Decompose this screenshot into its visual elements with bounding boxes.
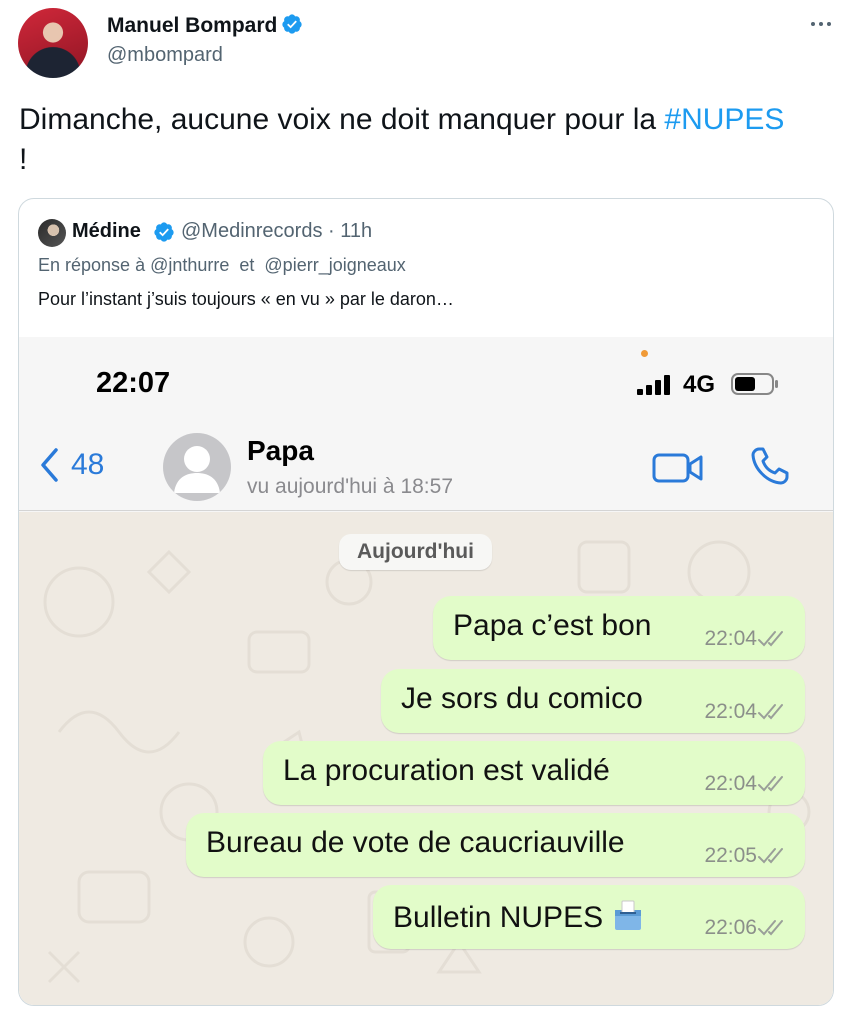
battery-icon: [731, 373, 778, 395]
read-receipt-icon: [758, 920, 783, 936]
quoted-timestamp: 11h: [340, 220, 373, 242]
reply-prefix: En réponse à: [38, 255, 151, 275]
quoted-author-avatar: [38, 219, 66, 247]
message-text: Je sors du comico: [401, 682, 643, 715]
more-options-icon[interactable]: [806, 14, 836, 34]
message-bubble[interactable]: La procuration est validé 22:04: [263, 741, 805, 805]
chevron-left-icon: [41, 448, 58, 482]
quoted-author-meta: @Medinrecords · 11h: [181, 220, 372, 243]
message-text: Bulletin NUPES: [393, 898, 645, 935]
message-text: La procuration est validé: [283, 754, 610, 787]
network-type: 4G: [683, 371, 716, 398]
signal-strength-icon: [637, 375, 670, 395]
ballot-box-icon: [615, 900, 642, 930]
message-time: 22:04: [704, 772, 757, 795]
verified-badge-icon: [154, 222, 174, 242]
message-bubble[interactable]: Bulletin NUPES 22:06: [373, 885, 805, 949]
back-button[interactable]: 48: [39, 445, 104, 485]
phone-status-bar: 22:07 4G: [19, 337, 833, 427]
chat-messages-area[interactable]: Aujourd'hui Papa c’est bon 22:04 Je sors…: [19, 512, 833, 1005]
meta-separator: ·: [322, 220, 341, 242]
mention-pierr-joigneaux[interactable]: @pierr_joigneaux: [264, 255, 405, 275]
read-receipt-icon: [758, 848, 783, 864]
message-bubble[interactable]: Papa c’est bon 22:04: [433, 596, 805, 660]
video-call-icon[interactable]: [652, 449, 704, 485]
quoted-tweet-card[interactable]: Médine @Medinrecords · 11h En réponse à …: [18, 198, 834, 1006]
message-text: Papa c’est bon: [453, 609, 652, 642]
read-receipt-icon: [758, 776, 783, 792]
tweet-text: Dimanche, aucune voix ne doit manquer po…: [19, 100, 799, 180]
default-person-icon: [174, 446, 220, 493]
status-clock: 22:07: [96, 367, 171, 399]
date-separator: Aujourd'hui: [339, 534, 492, 570]
author-name-text[interactable]: Manuel Bompard: [107, 14, 277, 37]
mic-indicator-icon: [641, 350, 648, 357]
message-time: 22:05: [704, 844, 757, 867]
message-time: 22:06: [704, 916, 757, 939]
hashtag-link[interactable]: #NUPES: [664, 103, 784, 136]
quoted-author-name: Médine: [72, 220, 141, 242]
contact-name[interactable]: Papa: [247, 435, 314, 467]
read-receipt-icon: [758, 704, 783, 720]
message-text: Bureau de vote de caucriauville: [206, 826, 625, 859]
quoted-tweet-text: Pour l’instant j’suis toujours « en vu »…: [38, 289, 454, 309]
reply-and: et: [229, 255, 265, 275]
contact-avatar[interactable]: [163, 433, 231, 501]
message-time: 22:04: [704, 627, 757, 650]
message-bubble[interactable]: Je sors du comico 22:04: [381, 669, 805, 733]
tweet-text-main: Dimanche, aucune voix ne doit manquer po…: [19, 103, 665, 136]
attached-screenshot[interactable]: 22:07 4G 48 Papa vu aujourd'hui à 18:57 …: [19, 337, 833, 1005]
read-receipt-icon: [758, 631, 783, 647]
mention-jnthurre[interactable]: @jnthurre: [150, 255, 229, 275]
quoted-author-handle: @Medinrecords: [181, 220, 323, 242]
chat-header: 48 Papa vu aujourd'hui à 18:57: [19, 427, 833, 511]
tweet-text-end: !: [19, 143, 28, 176]
verified-badge-icon: [282, 14, 302, 34]
reply-context: En réponse à @jnthurre et @pierr_joignea…: [38, 255, 406, 276]
message-text-content: Bulletin NUPES: [393, 901, 604, 934]
phone-call-icon[interactable]: [749, 445, 791, 487]
last-seen-status: vu aujourd'hui à 18:57: [247, 475, 454, 498]
message-bubble[interactable]: Bureau de vote de caucriauville 22:05: [186, 813, 805, 877]
author-avatar[interactable]: [18, 8, 88, 78]
author-handle[interactable]: @mbompard: [107, 44, 223, 67]
message-time: 22:04: [704, 700, 757, 723]
author-name[interactable]: Manuel Bompard: [107, 13, 303, 38]
unread-count: 48: [71, 448, 105, 481]
